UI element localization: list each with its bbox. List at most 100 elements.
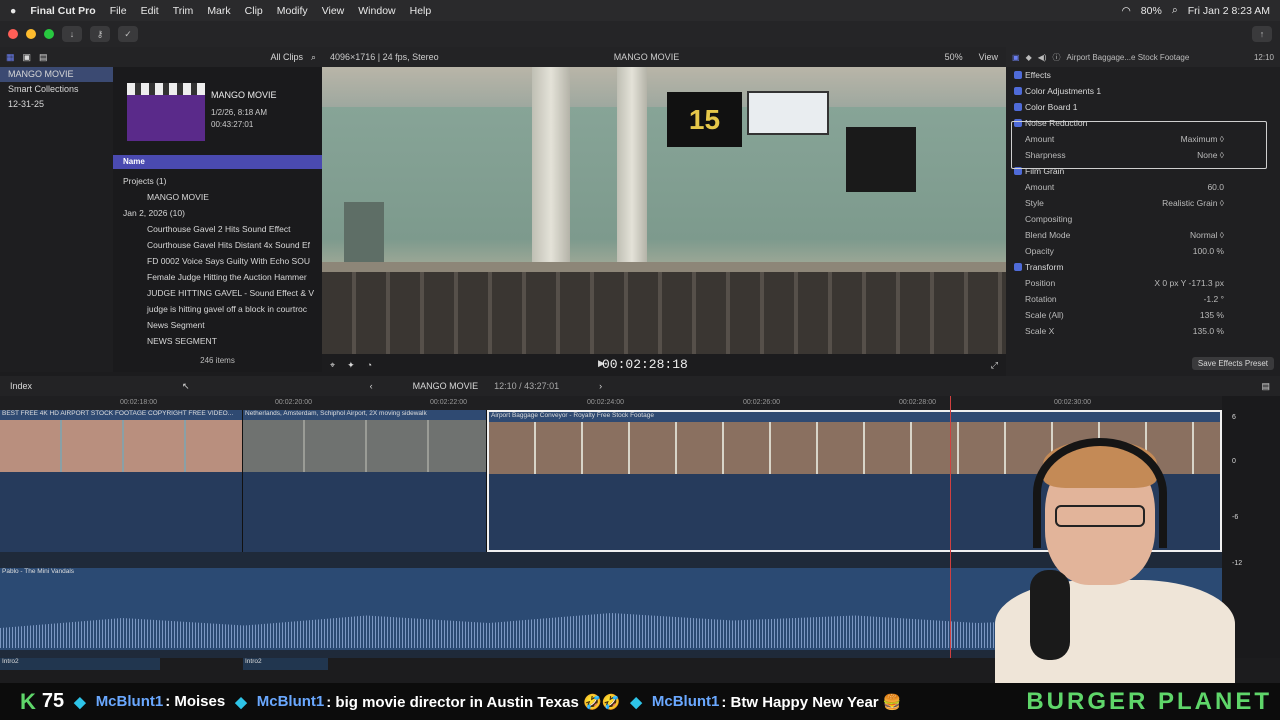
color-inspector-icon[interactable]: ◆	[1026, 53, 1032, 62]
transform-tool-icon[interactable]: ⌖	[330, 360, 335, 371]
list-item[interactable]: Projects (1)	[113, 173, 322, 189]
timeline-clip[interactable]: BEST FREE 4K HD AIRPORT STOCK FOOTAGE CO…	[0, 410, 243, 552]
view-menu[interactable]: View	[979, 52, 998, 62]
menu-clip[interactable]: Clip	[245, 5, 263, 17]
libraries-icon[interactable]: ▦	[6, 52, 15, 63]
checkbox[interactable]	[1014, 71, 1022, 79]
timeline-ruler[interactable]: 00:02:18:00 00:02:20:00 00:02:22:00 00:0…	[0, 396, 1222, 410]
forward-icon[interactable]: ›	[599, 381, 602, 391]
inspector-row[interactable]: Scale (All) 135 %	[1006, 307, 1280, 323]
wifi-icon[interactable]: ◠	[1122, 5, 1131, 17]
inspector-row-label: Amount	[1025, 182, 1055, 192]
list-item[interactable]: judge is hitting gavel off a block in co…	[113, 301, 322, 317]
inspector-row-value[interactable]: X 0 px Y -171.3 px	[1154, 275, 1224, 291]
inspector-row-value[interactable]: 135.0 %	[1193, 323, 1224, 339]
inspector-row[interactable]: Color Board 1	[1006, 99, 1280, 115]
list-item[interactable]: FD 0002 Voice Says Guilty With Echo SOU	[113, 253, 322, 269]
photos-icon[interactable]: ▣	[23, 52, 32, 63]
inspector-row-label: Compositing	[1025, 214, 1073, 224]
video-viewer[interactable]: 15	[322, 67, 1006, 354]
fullscreen-icon[interactable]: ⤢	[991, 360, 998, 371]
menu-mark[interactable]: Mark	[207, 5, 230, 17]
inspector-row[interactable]: Opacity 100.0 %	[1006, 243, 1280, 259]
arrow-tool-icon[interactable]: ↖	[182, 381, 190, 392]
checkbox[interactable]	[1014, 263, 1022, 271]
list-item[interactable]: NEWS SEGMENT	[113, 333, 322, 349]
checkbox[interactable]	[1014, 87, 1022, 95]
project-thumbnail[interactable]	[127, 83, 205, 141]
speed-icon[interactable]: ◔	[367, 360, 372, 370]
inspector-row[interactable]: Transform	[1006, 259, 1280, 275]
share-icon[interactable]: ↑	[1252, 26, 1272, 42]
keyword-icon[interactable]: ⚷	[90, 26, 110, 42]
inspector-row[interactable]: Blend Mode Normal ◊	[1006, 227, 1280, 243]
menu-help[interactable]: Help	[410, 5, 432, 17]
import-icon[interactable]: ↓	[62, 26, 82, 42]
search-icon[interactable]: ⌕	[1172, 4, 1178, 17]
sidebar-item-event[interactable]: 12-31-25	[0, 97, 113, 112]
sidebar-item-library[interactable]: MANGO MOVIE	[0, 67, 113, 82]
clip-filmstrip	[243, 420, 486, 472]
inspector-row[interactable]: Rotation -1.2 °	[1006, 291, 1280, 307]
playhead[interactable]	[950, 396, 951, 658]
checkbox[interactable]	[1014, 103, 1022, 111]
menu-window[interactable]: Window	[358, 5, 395, 17]
inspector-row[interactable]: Compositing	[1006, 211, 1280, 227]
inspector-row-value[interactable]: 60.0	[1207, 179, 1224, 195]
menu-view[interactable]: View	[322, 5, 345, 17]
list-item[interactable]: Jan 2, 2026 (10)	[113, 205, 322, 221]
info-icon[interactable]: ⓘ	[1053, 52, 1061, 63]
timeline-project-menu[interactable]: MANGO MOVIE	[413, 381, 479, 391]
timeline-clip[interactable]: Intro2	[0, 658, 160, 670]
apple-icon[interactable]: ●	[10, 5, 16, 17]
timecode-display[interactable]: 00:02:28:18	[602, 357, 688, 372]
menu-trim[interactable]: Trim	[173, 5, 194, 17]
app-menu[interactable]: Final Cut Pro	[30, 5, 95, 17]
inspector-row[interactable]: Color Adjustments 1	[1006, 83, 1280, 99]
battery-label[interactable]: 80%	[1141, 5, 1162, 17]
enhance-icon[interactable]: ✦	[347, 360, 355, 371]
index-button[interactable]: Index	[10, 381, 32, 391]
zoom-menu[interactable]: 50%	[945, 52, 963, 62]
timeline-clip[interactable]: Intro2	[243, 658, 328, 670]
video-inspector-icon[interactable]: ▣	[1012, 53, 1020, 62]
back-icon[interactable]: ‹	[370, 381, 373, 391]
list-item[interactable]: MANGO MOVIE	[113, 189, 322, 205]
ruler-tick: 00:02:20:00	[275, 399, 312, 406]
audio-inspector-icon[interactable]: ◀)	[1038, 53, 1047, 62]
inspector-row-value[interactable]: Normal ◊	[1190, 227, 1224, 243]
list-item[interactable]: JUDGE HITTING GAVEL - Sound Effect & V	[113, 285, 322, 301]
zoom-window-button[interactable]	[44, 29, 54, 39]
inspector-row[interactable]: Amount 60.0	[1006, 179, 1280, 195]
clip-filter[interactable]: All Clips	[270, 52, 303, 62]
menu-modify[interactable]: Modify	[277, 5, 308, 17]
timeline-clip[interactable]: Netherlands, Amsterdam, Schiphol Airport…	[243, 410, 487, 552]
inspector-row-value[interactable]: -1.2 °	[1204, 291, 1224, 307]
inspector-row-label: Position	[1025, 278, 1056, 288]
inspector-row[interactable]: Scale X 135.0 %	[1006, 323, 1280, 339]
list-item[interactable]: Courthouse Gavel Hits Distant 4x Sound E…	[113, 237, 322, 253]
inspector-row-value[interactable]: 100.0 %	[1193, 243, 1224, 259]
name-column-header[interactable]: Name	[113, 155, 322, 169]
menu-file[interactable]: File	[110, 5, 127, 17]
kick-logo: K	[20, 688, 36, 714]
background-tasks-icon[interactable]: ✓	[118, 26, 138, 42]
inspector-row[interactable]: Effects	[1006, 67, 1280, 83]
inspector-row-label: Blend Mode	[1025, 230, 1071, 240]
sidebar-item-smart-collections[interactable]: Smart Collections	[0, 82, 113, 97]
save-effects-preset-button[interactable]: Save Effects Preset	[1191, 357, 1274, 370]
list-item[interactable]: News Segment	[113, 317, 322, 333]
close-window-button[interactable]	[8, 29, 18, 39]
list-item[interactable]: Female Judge Hitting the Auction Hammer	[113, 269, 322, 285]
inspector-row[interactable]: Position X 0 px Y -171.3 px	[1006, 275, 1280, 291]
menu-edit[interactable]: Edit	[141, 5, 159, 17]
search-icon[interactable]: ⌕	[311, 52, 316, 63]
inspector-row[interactable]: Style Realistic Grain ◊	[1006, 195, 1280, 211]
titles-icon[interactable]: ▤	[39, 52, 48, 63]
list-item[interactable]: Courthouse Gavel 2 Hits Sound Effect	[113, 221, 322, 237]
minimize-window-button[interactable]	[26, 29, 36, 39]
clip-appearance-icon[interactable]: ▤	[1261, 381, 1270, 392]
inspector-row-value[interactable]: 135 %	[1200, 307, 1224, 323]
inspector-row-value[interactable]: Realistic Grain ◊	[1162, 195, 1224, 211]
clock[interactable]: Fri Jan 2 8:23 AM	[1188, 5, 1270, 17]
